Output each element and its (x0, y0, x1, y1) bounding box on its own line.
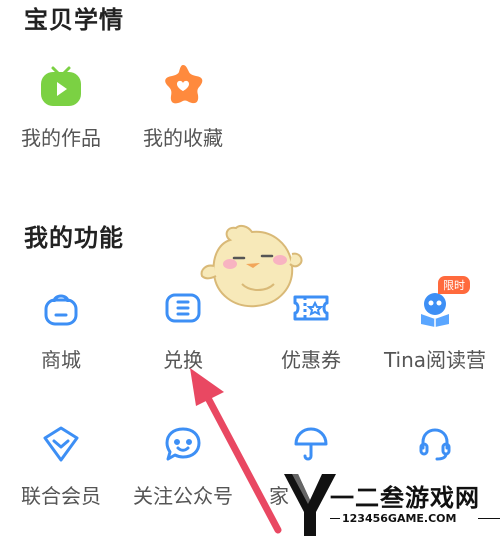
section-title-baby-info: 宝贝学情 (24, 6, 124, 34)
tile-label: 我的收藏 (143, 126, 223, 150)
tile-label: Tina阅读营 (383, 348, 487, 372)
watermark-title: 一二叁游戏网 (330, 484, 480, 512)
tile-label: 兑换 (163, 348, 203, 372)
tile-label: 我的作品 (21, 126, 101, 150)
chat-bubble-icon (155, 416, 211, 472)
shopping-bag-icon (33, 280, 89, 336)
watermark-divider (478, 518, 500, 519)
section-title-my-features: 我的功能 (24, 224, 124, 252)
headset-icon (407, 416, 463, 472)
tile-my-works[interactable]: 我的作品 (0, 58, 122, 168)
site-watermark: 一二叁游戏网 123456GAME.COM (282, 470, 503, 538)
tile-label: 关注公众号 (133, 484, 233, 508)
watermark-url: 123456GAME.COM (342, 512, 457, 525)
tile-tina-reading-camp[interactable]: 限时 Tina阅读营 (374, 276, 496, 390)
tile-label: 优惠券 (281, 348, 341, 372)
diamond-icon (33, 416, 89, 472)
star-heart-icon (155, 58, 211, 114)
tile-joint-membership[interactable]: 联合会员 (0, 416, 122, 526)
page: 宝贝学情 我的作品 我的收藏 我的功能 商城 兑换 优惠券 限时 Tina阅读营… (0, 0, 503, 538)
tile-label: 商城 (41, 348, 81, 372)
tv-play-icon (33, 58, 89, 114)
chick-mascot-icon (200, 224, 303, 308)
tile-label: 联合会员 (21, 484, 101, 508)
watermark-divider (330, 518, 340, 519)
tile-mall[interactable]: 商城 (0, 280, 122, 390)
limited-time-badge: 限时 (438, 276, 470, 294)
tile-follow-official-account[interactable]: 关注公众号 (122, 416, 244, 526)
umbrella-icon (283, 416, 339, 472)
tile-my-favorites[interactable]: 我的收藏 (122, 58, 244, 168)
